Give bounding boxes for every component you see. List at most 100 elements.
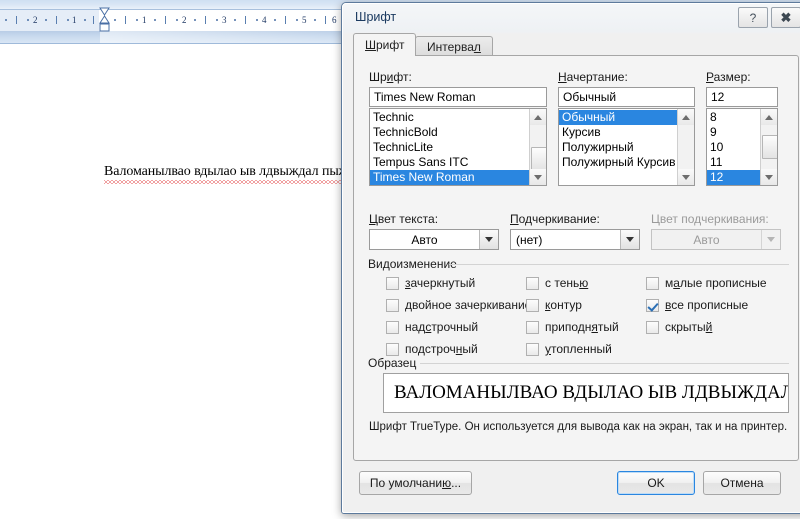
checkbox-superscript[interactable]: надстрочный	[386, 320, 478, 334]
close-button[interactable]: ✖	[771, 7, 800, 28]
underline-style-label: Подчеркивание:	[510, 212, 600, 226]
font-style-input[interactable]: Обычный	[558, 87, 695, 107]
underline-style-combo[interactable]: (нет)	[510, 229, 640, 250]
checkbox-hidden[interactable]: скрытый	[646, 320, 712, 334]
list-item-selected[interactable]: Times New Roman	[370, 170, 529, 185]
checkbox-box[interactable]	[526, 320, 539, 334]
effects-group-line	[449, 264, 789, 265]
font-size-input[interactable]: 12	[706, 87, 778, 107]
checkbox-box[interactable]	[526, 298, 539, 312]
indent-marker-icon[interactable]	[99, 6, 110, 32]
list-item[interactable]: 9	[707, 125, 760, 140]
tab-font[interactable]: Шрифт	[353, 33, 417, 56]
list-item-selected[interactable]: Обычный	[559, 110, 677, 125]
checkbox-all-caps[interactable]: все прописные	[646, 298, 748, 312]
checkbox-box[interactable]	[386, 298, 399, 312]
tab-font-label: Шрифт	[365, 38, 405, 52]
checkbox-label: приподнятый	[545, 320, 619, 334]
set-default-label: По умолчанию...	[369, 476, 462, 490]
ruler-dot	[176, 19, 178, 21]
checkbox-strikethrough[interactable]: зачеркнутый	[386, 276, 475, 290]
dialog-titlebar[interactable]: Шрифт ? ✖	[342, 3, 800, 33]
ruler-label-5: 5	[302, 15, 307, 25]
ruler-tick	[125, 16, 126, 24]
checkbox-outline[interactable]: контур	[526, 298, 582, 312]
list-item[interactable]: Technic	[370, 110, 529, 125]
checkbox-box[interactable]	[526, 342, 539, 356]
ruler-dot	[194, 19, 196, 21]
checkbox-box-checked[interactable]	[646, 298, 659, 312]
scroll-down-icon[interactable]	[761, 169, 777, 185]
sample-group-line	[420, 363, 789, 364]
list-item[interactable]: Курсив	[559, 125, 677, 140]
list-item[interactable]: 11	[707, 155, 760, 170]
tab-spacing[interactable]: Интервал	[415, 36, 493, 56]
list-item[interactable]: Полужирный	[559, 140, 677, 155]
font-name-input[interactable]: Times New Roman	[369, 87, 547, 107]
checkbox-subscript[interactable]: подстрочный	[386, 342, 478, 356]
font-name-listbox[interactable]: Technic TechnicBold TechnicLite Tempus S…	[369, 108, 547, 186]
checkbox-label: двойное зачеркивание	[405, 298, 532, 312]
scroll-up-icon[interactable]	[530, 109, 546, 125]
scrollbar-thumb[interactable]	[531, 147, 546, 171]
list-item[interactable]: TechnicLite	[370, 140, 529, 155]
ruler-tick	[56, 16, 57, 24]
ruler-label-3: 3	[222, 15, 227, 25]
checkbox-box[interactable]	[386, 320, 399, 334]
help-button[interactable]: ?	[738, 7, 768, 28]
checkbox-box[interactable]	[646, 276, 659, 290]
checkbox-label: надстрочный	[405, 320, 479, 334]
list-item[interactable]: TechnicBold	[370, 125, 529, 140]
checkbox-box[interactable]	[526, 276, 539, 290]
font-style-scrollbar[interactable]	[677, 109, 694, 185]
list-item[interactable]: 10	[707, 140, 760, 155]
checkbox-box[interactable]	[646, 320, 659, 334]
checkbox-small-caps[interactable]: малые прописные	[646, 276, 767, 290]
dialog-tabstrip[interactable]: Шрифт Интервал	[353, 33, 799, 56]
list-item-selected[interactable]: 12	[707, 170, 760, 185]
list-item[interactable]: Tempus Sans ITC	[370, 155, 529, 170]
effects-group-title: Видоизменение	[368, 257, 462, 271]
checkbox-engrave[interactable]: утопленный	[526, 342, 612, 356]
checkbox-box[interactable]	[386, 342, 399, 356]
ruler-dot	[256, 19, 258, 21]
scroll-down-icon[interactable]	[678, 169, 694, 185]
checkbox-shadow[interactable]: с тенью	[526, 276, 588, 290]
font-tab-panel: Шрифт: Times New Roman Technic TechnicBo…	[353, 55, 799, 461]
checkbox-double-strikethrough[interactable]: двойное зачеркивание	[386, 298, 531, 312]
font-name-label: Шрифт:	[369, 70, 412, 84]
ruler-tick	[325, 16, 326, 24]
ruler-dot	[314, 19, 316, 21]
font-size-scrollbar[interactable]	[760, 109, 777, 185]
document-paragraph-text: Валоманылвао вдылао ыв лдвыждал пыжвда	[104, 164, 368, 179]
font-size-label: Размер:	[706, 70, 751, 84]
font-name-scrollbar[interactable]	[529, 109, 546, 185]
font-style-listbox[interactable]: Обычный Курсив Полужирный Полужирный Кур…	[558, 108, 695, 186]
underline-style-value: (нет)	[516, 232, 543, 247]
chevron-down-icon[interactable]	[620, 230, 639, 249]
text-color-value: Авто	[411, 232, 438, 247]
ruler-band-highlight	[100, 31, 340, 43]
underline-color-label: Цвет подчеркивания:	[651, 212, 769, 226]
font-size-listbox[interactable]: 8 9 10 11 12	[706, 108, 778, 186]
list-item[interactable]: 8	[707, 110, 760, 125]
sample-group-title: Образец	[368, 356, 422, 370]
text-color-label: Цвет текста:	[369, 212, 439, 226]
set-default-button[interactable]: По умолчанию...	[359, 471, 472, 495]
list-item[interactable]: Полужирный Курсив	[559, 155, 677, 170]
font-dialog[interactable]: Шрифт ? ✖ Шрифт Интервал Шрифт: Times Ne…	[341, 2, 800, 514]
scroll-up-icon[interactable]	[678, 109, 694, 125]
underline-color-value: Авто	[693, 232, 720, 247]
checkbox-box[interactable]	[386, 276, 399, 290]
question-mark-icon: ?	[749, 10, 757, 25]
ruler-dot	[27, 19, 29, 21]
scroll-down-icon[interactable]	[530, 169, 546, 185]
checkbox-emboss[interactable]: приподнятый	[526, 320, 619, 334]
text-color-combo[interactable]: Авто	[369, 229, 499, 250]
cancel-button[interactable]: Отмена	[703, 471, 781, 495]
ok-button[interactable]: OK	[617, 471, 695, 495]
ruler-dot	[5, 19, 7, 21]
scroll-up-icon[interactable]	[761, 109, 777, 125]
scrollbar-thumb[interactable]	[762, 135, 777, 159]
chevron-down-icon[interactable]	[479, 230, 498, 249]
